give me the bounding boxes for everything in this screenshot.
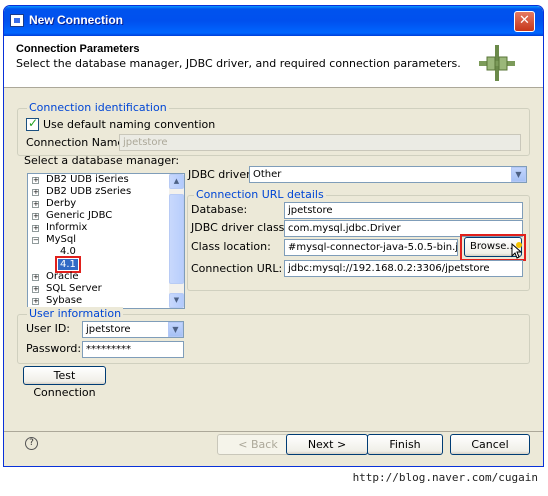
blog-watermark: http://blog.naver.com/cugain [352, 471, 538, 484]
new-connection-dialog: New Connection ✕ Connection Parameters S… [3, 5, 544, 467]
expand-icon[interactable]: + [32, 286, 39, 293]
tree-item-label: SQL Server [46, 283, 102, 294]
tree-item-label: DB2 UDB zSeries [46, 186, 132, 197]
window-title: New Connection [29, 13, 124, 27]
test-connection-button[interactable]: Test Connection [23, 366, 106, 399]
tree-item-sybase[interactable]: + Sybase [32, 295, 82, 306]
tree-item-label: 4.1 [58, 259, 78, 270]
tree-item-label: Generic JDBC [46, 210, 113, 221]
tree-item-db2-zseries[interactable]: + DB2 UDB zSeries [32, 186, 131, 197]
tree-item-label: Oracle [46, 271, 79, 282]
use-default-naming-checkbox[interactable]: ✓ [26, 116, 39, 131]
scroll-up-icon[interactable]: ▲ [169, 174, 184, 189]
title-bar[interactable]: New Connection ✕ [4, 6, 543, 36]
class-location-field[interactable]: #mysql-connector-java-5.0.5-bin.jar [284, 239, 458, 256]
connection-identification-legend: Connection identification [27, 101, 169, 114]
tree-item-label: Informix [46, 222, 88, 233]
expand-icon[interactable]: + [32, 298, 39, 305]
connection-name-label: Connection Name: [26, 136, 128, 149]
connection-url-details-legend: Connection URL details [194, 188, 326, 201]
tree-item-derby[interactable]: + Derby [32, 198, 76, 209]
check-icon: ✓ [28, 116, 39, 130]
connection-url-field[interactable]: jdbc:mysql://192.168.0.2:3306/jpetstore [284, 260, 523, 277]
expand-icon[interactable]: + [32, 225, 39, 232]
jdbc-driver-combo[interactable]: Other ▼ [249, 166, 527, 183]
tree-item-informix[interactable]: + Informix [32, 222, 87, 233]
database-field[interactable]: jpetstore [284, 202, 523, 219]
user-id-label: User ID: [26, 322, 70, 335]
user-id-combo[interactable]: jpetstore ▼ [82, 321, 184, 338]
jdbc-driver-label: JDBC driver: [188, 168, 255, 181]
tree-item-db2-iseries[interactable]: + DB2 UDB iSeries [32, 174, 129, 185]
expand-icon[interactable]: + [32, 189, 39, 196]
database-label: Database: [191, 203, 248, 216]
next-button[interactable]: Next > [286, 434, 368, 455]
cancel-button[interactable]: Cancel [450, 434, 530, 455]
expand-icon[interactable]: + [32, 274, 39, 281]
user-id-value: jpetstore [86, 324, 131, 335]
chevron-down-icon[interactable]: ▼ [168, 322, 183, 337]
page-title: Connection Parameters [16, 43, 140, 55]
tree-item-generic-jdbc[interactable]: + Generic JDBC [32, 210, 112, 221]
collapse-icon[interactable]: − [32, 237, 39, 244]
window-icon [10, 14, 24, 27]
tree-vertical-scrollbar[interactable]: ▲ ▼ [169, 174, 184, 308]
tree-item-oracle[interactable]: + Oracle [32, 271, 79, 282]
page-description: Select the database manager, JDBC driver… [16, 57, 461, 70]
connection-url-label: Connection URL: [191, 262, 283, 275]
connection-name-field[interactable]: jpetstore [119, 134, 521, 151]
tree-item-sql-server[interactable]: + SQL Server [32, 283, 102, 294]
db-manager-label: Select a database manager: [24, 154, 180, 167]
tree-item-label: Sybase [46, 295, 83, 306]
tree-item-label: MySql [46, 234, 77, 245]
tree-item-label: DB2 UDB iSeries [46, 174, 129, 185]
wizard-header: Connection Parameters Select the databas… [4, 36, 543, 88]
close-button[interactable]: ✕ [514, 11, 535, 32]
scroll-thumb[interactable] [169, 194, 184, 284]
finish-button[interactable]: Finish [367, 434, 443, 455]
driver-class-label: JDBC driver class: [191, 221, 289, 234]
expand-icon[interactable]: + [32, 213, 39, 220]
mouse-cursor-icon [511, 242, 523, 259]
password-label: Password: [26, 342, 82, 355]
footer-separator [4, 431, 543, 432]
tree-item-mysql[interactable]: − MySql [32, 234, 76, 245]
db-manager-tree[interactable]: + DB2 UDB iSeries + DB2 UDB zSeries + De… [27, 173, 185, 309]
use-default-naming-label: Use default naming convention [43, 118, 216, 131]
scroll-down-icon[interactable]: ▼ [169, 293, 184, 308]
user-information-legend: User information [27, 307, 124, 320]
expand-icon[interactable]: + [32, 177, 39, 184]
help-icon[interactable]: ? [25, 437, 38, 450]
class-location-label: Class location: [191, 240, 271, 253]
chevron-down-icon[interactable]: ▼ [511, 167, 526, 182]
password-field[interactable]: ********* [82, 341, 184, 358]
expand-icon[interactable]: + [32, 201, 39, 208]
jdbc-driver-value: Other [253, 169, 282, 180]
database-connection-icon [479, 45, 515, 81]
tree-item-label: Derby [46, 198, 77, 209]
